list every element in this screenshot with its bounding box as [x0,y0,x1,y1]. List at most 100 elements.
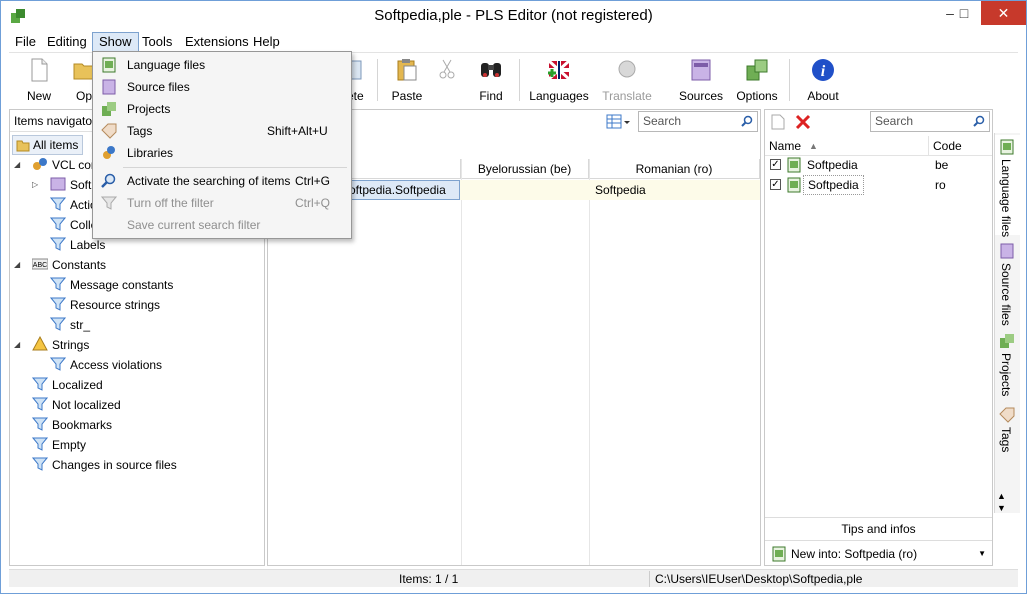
grid-cell-ro[interactable]: Softpedia [595,180,646,200]
filter-icon [32,397,48,411]
tab-source-files[interactable]: Source files [995,241,1021,329]
side-tabs: Language files Source files Projects Tag… [994,133,1021,513]
about-button[interactable]: i About [803,55,843,105]
column-name[interactable]: Name ▲ [765,136,928,156]
dropdown-arrow-icon: ▼ [978,549,986,558]
tab-tags[interactable]: Tags [995,405,1021,455]
tab-all-items[interactable]: All items [12,135,84,155]
title-bar: Softpedia,ple - PLS Editor (not register… [1,1,1026,32]
menu-editing[interactable]: Editing [41,32,93,52]
filter-icon [50,317,66,331]
menu-tools[interactable]: Tools [136,32,178,52]
filter-icon [32,417,48,431]
menu-item-activate-search[interactable]: Activate the searching of items Ctrl+G [95,170,349,192]
menu-item-save-search-filter[interactable]: Save current search filter [95,214,349,236]
menu-item-turn-off-filter[interactable]: Turn off the filter Ctrl+Q [95,192,349,214]
grid-view-icon[interactable] [606,114,630,130]
tree-item-changes[interactable]: Changes in source files [32,455,177,475]
tree-item-vcl[interactable]: ◢ VCL com [14,155,101,175]
tree-item-actions[interactable]: Actio [50,195,97,215]
tree-item-constants[interactable]: ◢ ABC Constants [14,255,106,275]
sources-button[interactable]: Sources [677,55,725,105]
search-icon [101,173,116,188]
expand-icon[interactable]: ▷ [32,175,42,195]
new-file-icon[interactable] [771,114,785,130]
menu-show[interactable]: Show [92,32,139,52]
list-item[interactable]: ✓ Softpedia ro [765,175,992,195]
toolbar-separator [519,59,520,101]
abc-icon: ABC [32,258,48,270]
status-items-count: Items: 1 / 1 [399,572,459,586]
tree-item-localized[interactable]: Localized [32,375,103,395]
translate-button[interactable]: Translate [599,55,655,105]
checkbox[interactable]: ✓ [770,159,781,170]
language-file-icon [772,546,786,562]
menu-separator [123,167,347,168]
filter-icon [32,377,48,391]
tree-item-message-constants[interactable]: Message constants [50,275,173,295]
grid-column-be[interactable]: Byelorussian (be) [461,159,589,179]
search-icon[interactable] [973,115,985,127]
tree-item-str[interactable]: str_ [50,315,90,335]
menu-item-source-files[interactable]: Source files [95,76,349,98]
libraries-icon [103,146,115,159]
tree-item-empty[interactable]: Empty [32,435,86,455]
tree-item-bookmarks[interactable]: Bookmarks [32,415,112,435]
new-button[interactable]: New [19,55,59,105]
scroll-up-icon[interactable]: ▲ [997,491,1006,501]
tab-language-files[interactable]: Language files [995,135,1021,237]
search-icon[interactable] [741,115,753,127]
grid-cell-id[interactable]: oftpedia.Softpedia [344,180,460,200]
tree-item-collections[interactable]: Colle [50,215,97,235]
tree-item-access-violations[interactable]: Access violations [50,355,162,375]
languages-button[interactable]: Languages [523,55,595,105]
form-icon [50,177,66,191]
tree-item-resource-strings[interactable]: Resource strings [50,295,160,315]
filter-icon [50,217,66,231]
collapse-icon[interactable]: ◢ [14,255,24,275]
checkbox[interactable]: ✓ [770,179,781,190]
scroll-down-icon[interactable]: ▼ [997,503,1006,513]
filter-icon [50,277,66,291]
cut-button[interactable] [437,55,457,105]
menu-extensions[interactable]: Extensions [179,32,255,52]
tips-and-infos[interactable]: Tips and infos [765,517,992,539]
maximize-button[interactable]: □ [947,1,981,25]
column-code[interactable]: Code [928,136,992,156]
scissors-icon [439,59,455,79]
paste-button[interactable]: Paste [387,55,427,105]
new-into-select[interactable]: New into: Softpedia (ro) ▼ [765,540,992,566]
collapse-icon[interactable]: ◢ [14,155,24,175]
menu-item-tags[interactable]: Tags Shift+Alt+U [95,120,349,142]
grid-search-input[interactable]: Search [638,111,758,132]
menu-item-language-files[interactable]: Language files [95,54,349,76]
tree-item-not-localized[interactable]: Not localized [32,395,121,415]
menu-item-projects[interactable]: Projects [95,98,349,120]
grid-divider [589,159,590,565]
menu-item-libraries[interactable]: Libraries [95,142,349,164]
filter-icon [32,437,48,451]
tree-item-softpedia[interactable]: ▷ Softp [32,175,98,195]
filter-icon [50,297,66,311]
new-document-icon [31,58,48,82]
options-button[interactable]: Options [733,55,781,105]
sources-icon [1000,243,1014,259]
paste-icon [397,59,417,81]
language-search-input[interactable]: Search [870,111,990,132]
close-button[interactable]: ✕ [981,1,1026,25]
window-title: Softpedia,ple - PLS Editor (not register… [374,7,653,24]
menu-file[interactable]: File [9,32,42,52]
menu-help[interactable]: Help [247,32,286,52]
status-bar: Items: 1 / 1 C:\Users\IEUser\Desktop\Sof… [9,569,1018,587]
delete-x-icon[interactable] [795,114,811,130]
status-file-path: C:\Users\IEUser\Desktop\Softpedia,ple [655,572,863,586]
list-item[interactable]: ✓ Softpedia be [765,155,992,175]
find-button[interactable]: Find [471,55,511,105]
filter-icon [50,357,66,371]
tree-item-strings[interactable]: ◢ Strings [14,335,89,355]
filter-off-icon [101,196,117,210]
grid-column-ro[interactable]: Romanian (ro) [589,159,760,179]
translate-globe-icon [618,60,636,78]
collapse-icon[interactable]: ◢ [14,335,24,355]
tab-projects[interactable]: Projects [995,331,1021,397]
